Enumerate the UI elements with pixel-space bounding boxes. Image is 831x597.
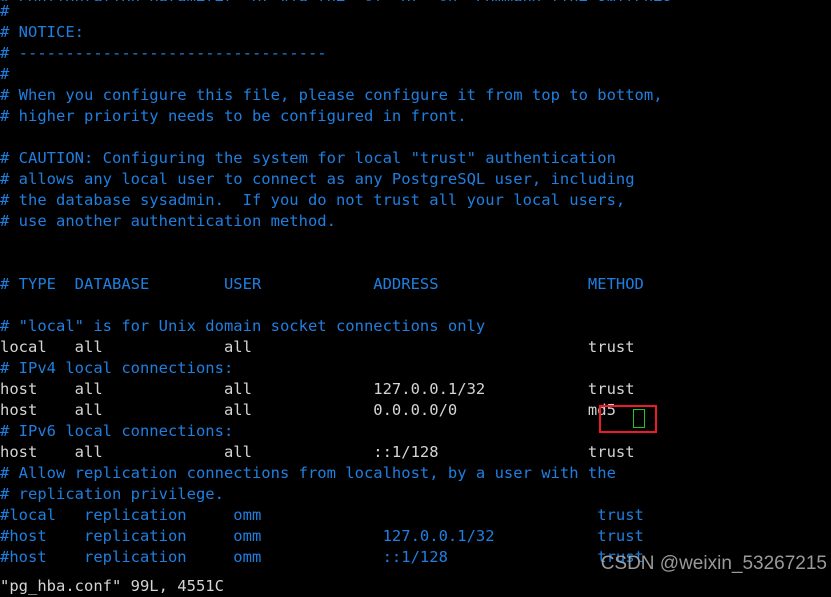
file-line: host all all 0.0.0.0/0 md5 [0,401,616,419]
file-line: # [0,65,10,83]
file-line: # IPv4 local connections: [0,359,234,377]
file-line [0,253,831,274]
file-line: # When you configure this file, please c… [0,86,663,104]
file-line: # --------------------------------- [0,44,327,62]
file-line: # TYPE DATABASE USER ADDRESS METHOD [0,275,644,293]
file-line [0,127,831,148]
file-line [0,295,831,316]
file-line: host all all 127.0.0.1/32 trust [0,380,635,398]
file-line: # use another authentication method. [0,212,336,230]
file-line: # IPv6 local connections: [0,422,234,440]
file-line: # the database sysadmin. If you do not t… [0,191,626,209]
file-line: # "local" is for Unix domain socket conn… [0,317,486,335]
file-content-area[interactable]: # configuration parameter, or via the "-… [0,0,831,568]
file-line: # replication privilege. [0,485,224,503]
file-line: #host replication omm 127.0.0.1/32 trust [0,527,644,545]
file-line: # NOTICE: [0,23,84,41]
file-line: #local replication omm trust [0,506,644,524]
vi-status-line: "pg_hba.conf" 99L, 4551C [0,577,224,595]
file-line: # CAUTION: Configuring the system for lo… [0,149,616,167]
terminal-window[interactable]: # configuration parameter, or via the "-… [0,0,831,597]
file-line: # configuration parameter, or via the "-… [0,0,831,1]
file-line [0,232,831,253]
file-line: local all all trust [0,338,635,356]
csdn-watermark: CSDN @weixin_53267215 [600,553,827,574]
file-line: # higher priority needs to be configured… [0,107,467,125]
file-line: # allows any local user to connect as an… [0,170,635,188]
file-line: # Allow replication connections from loc… [0,464,616,482]
file-line: host all all ::1/128 trust [0,443,635,461]
file-line: # [0,2,10,20]
